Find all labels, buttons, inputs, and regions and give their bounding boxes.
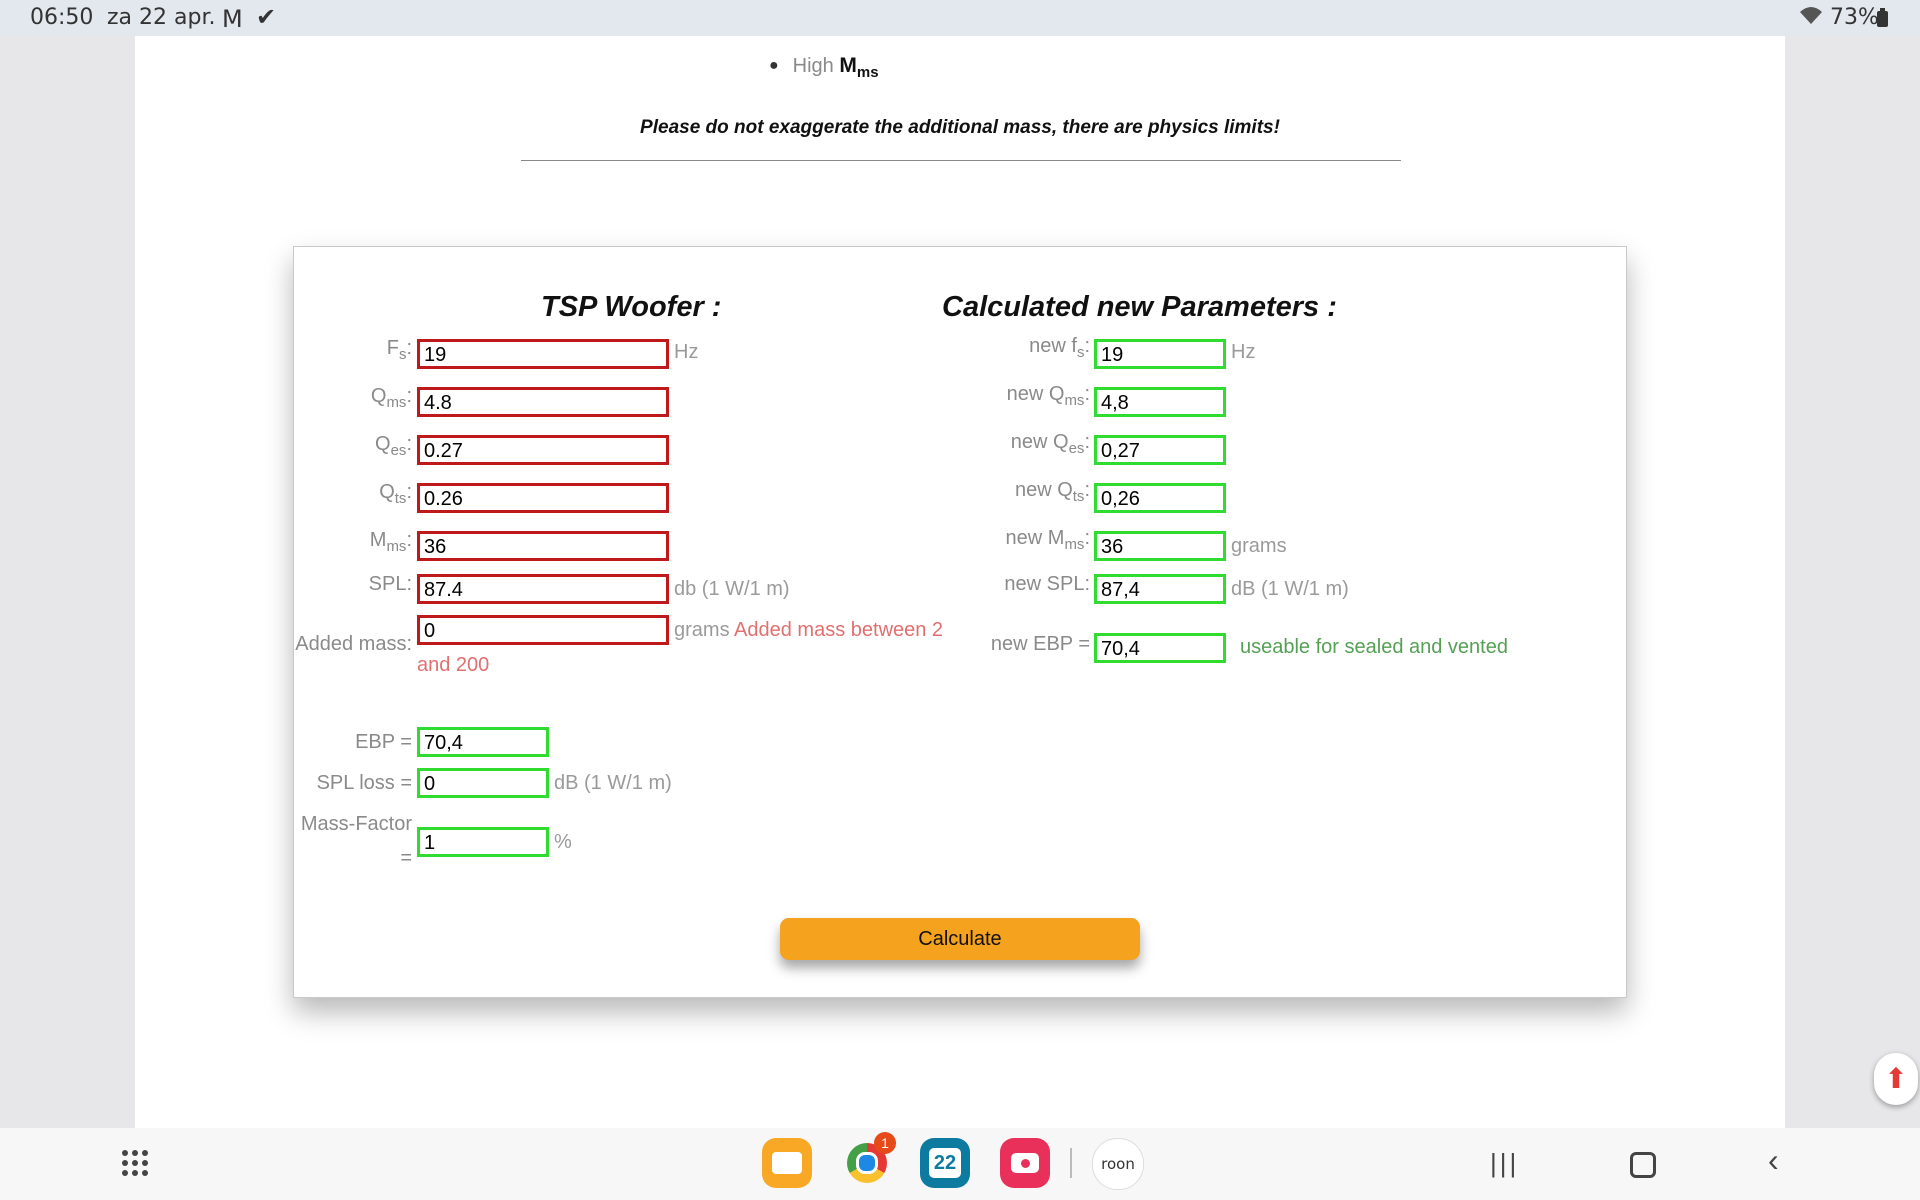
- app-drawer-icon[interactable]: [122, 1150, 148, 1176]
- mass-factor-output[interactable]: [417, 827, 549, 857]
- new-mms-label: new Mms:: [1005, 527, 1090, 553]
- mms-label: Mms:: [369, 529, 412, 555]
- new-qts-output[interactable]: [1094, 483, 1226, 513]
- scroll-to-top-button[interactable]: ⬆: [1874, 1053, 1918, 1105]
- new-spl-unit: dB (1 W/1 m): [1231, 578, 1349, 600]
- files-app-icon[interactable]: [762, 1138, 812, 1188]
- new-ebp-note: useable for sealed and vented: [1240, 636, 1508, 658]
- new-fs-unit: Hz: [1231, 341, 1256, 363]
- new-fs-label: new fs:: [1029, 335, 1090, 361]
- roon-app-icon[interactable]: roon: [1092, 1138, 1144, 1190]
- bullet-text: High: [792, 55, 834, 77]
- bullet-symbol: M: [839, 54, 857, 77]
- wifi-icon: [1798, 4, 1824, 31]
- screen-recorder-app-icon[interactable]: [1000, 1138, 1050, 1188]
- qms-label: Qms:: [370, 385, 412, 411]
- status-bar: 06:50 za 22 apr. M ✔ 73%: [0, 0, 1920, 36]
- new-ebp-label: new EBP =: [990, 633, 1090, 655]
- spl-label: SPL:: [368, 573, 412, 595]
- gmail-icon: M: [222, 5, 243, 33]
- calculator-card: TSP Woofer : Fs: Hz Qms: Qes: Qts: Mms: …: [293, 246, 1627, 998]
- added-mass-input[interactable]: [417, 615, 669, 645]
- spl-input[interactable]: [417, 574, 669, 604]
- checkmark-icon: ✔: [256, 3, 277, 31]
- ebp-output[interactable]: [417, 727, 549, 757]
- new-fs-output[interactable]: [1094, 339, 1226, 369]
- folder-icon: [772, 1152, 802, 1174]
- spl-loss-unit: dB (1 W/1 m): [554, 772, 672, 794]
- status-time: 06:50: [30, 5, 94, 30]
- navigation-bar: 1 22 roon ||| ‹: [0, 1128, 1920, 1200]
- back-icon[interactable]: ‹: [1768, 1142, 1779, 1179]
- battery-icon: [1877, 8, 1888, 27]
- new-spl-output[interactable]: [1094, 574, 1226, 604]
- calendar-day: 22: [929, 1148, 961, 1178]
- web-page: ● High Mms Please do not exaggerate the a…: [135, 36, 1785, 1128]
- recent-apps-icon[interactable]: |||: [1490, 1148, 1519, 1179]
- calculate-button[interactable]: Calculate: [780, 918, 1140, 960]
- mass-factor-equals: =: [400, 847, 412, 869]
- calculated-heading: Calculated new Parameters :: [942, 291, 1337, 323]
- dock-separator: [1070, 1148, 1072, 1178]
- status-date: za 22 apr.: [107, 5, 216, 30]
- new-qms-label: new Qms:: [1006, 383, 1090, 409]
- ebp-label: EBP =: [355, 731, 412, 753]
- bullet-subscript: ms: [856, 64, 879, 81]
- fs-label: Fs:: [386, 337, 412, 363]
- calendar-app-icon[interactable]: 22: [920, 1138, 970, 1188]
- mass-factor-label: Mass-Factor: [300, 813, 412, 835]
- chrome-app-icon[interactable]: 1: [842, 1132, 896, 1188]
- new-qes-label: new Qes:: [1010, 431, 1090, 457]
- new-spl-label: new SPL:: [1004, 573, 1090, 595]
- mms-input[interactable]: [417, 531, 669, 561]
- fs-input[interactable]: [417, 339, 669, 369]
- spl-loss-output[interactable]: [417, 768, 549, 798]
- new-mms-output[interactable]: [1094, 531, 1226, 561]
- qts-input[interactable]: [417, 483, 669, 513]
- tsp-woofer-heading: TSP Woofer :: [541, 291, 722, 323]
- spl-unit: db (1 W/1 m): [674, 578, 790, 600]
- qms-input[interactable]: [417, 387, 669, 417]
- new-qms-output[interactable]: [1094, 387, 1226, 417]
- added-mass-label: Added mass:: [295, 633, 412, 655]
- new-mms-unit: grams: [1231, 535, 1287, 557]
- added-mass-hint-cont: and 200: [417, 654, 490, 676]
- divider: [521, 160, 1401, 161]
- qes-label: Qes:: [375, 433, 412, 459]
- qts-label: Qts:: [379, 481, 412, 507]
- new-qes-output[interactable]: [1094, 435, 1226, 465]
- mass-factor-unit: %: [554, 831, 572, 853]
- bullet-item: ● High Mms: [769, 54, 879, 81]
- battery-percent: 73%: [1830, 5, 1879, 30]
- camera-icon: [1011, 1153, 1039, 1173]
- fs-unit: Hz: [674, 341, 699, 363]
- spl-loss-label: SPL loss =: [316, 772, 412, 794]
- qes-input[interactable]: [417, 435, 669, 465]
- new-qts-label: new Qts:: [1014, 479, 1090, 505]
- mass-warning: Please do not exaggerate the additional …: [640, 117, 1280, 138]
- notification-badge: 1: [874, 1132, 896, 1154]
- arrow-up-icon: ⬆: [1884, 1063, 1908, 1094]
- new-ebp-output[interactable]: [1094, 633, 1226, 663]
- home-icon[interactable]: [1630, 1152, 1656, 1178]
- bullet-dot: ●: [769, 57, 779, 74]
